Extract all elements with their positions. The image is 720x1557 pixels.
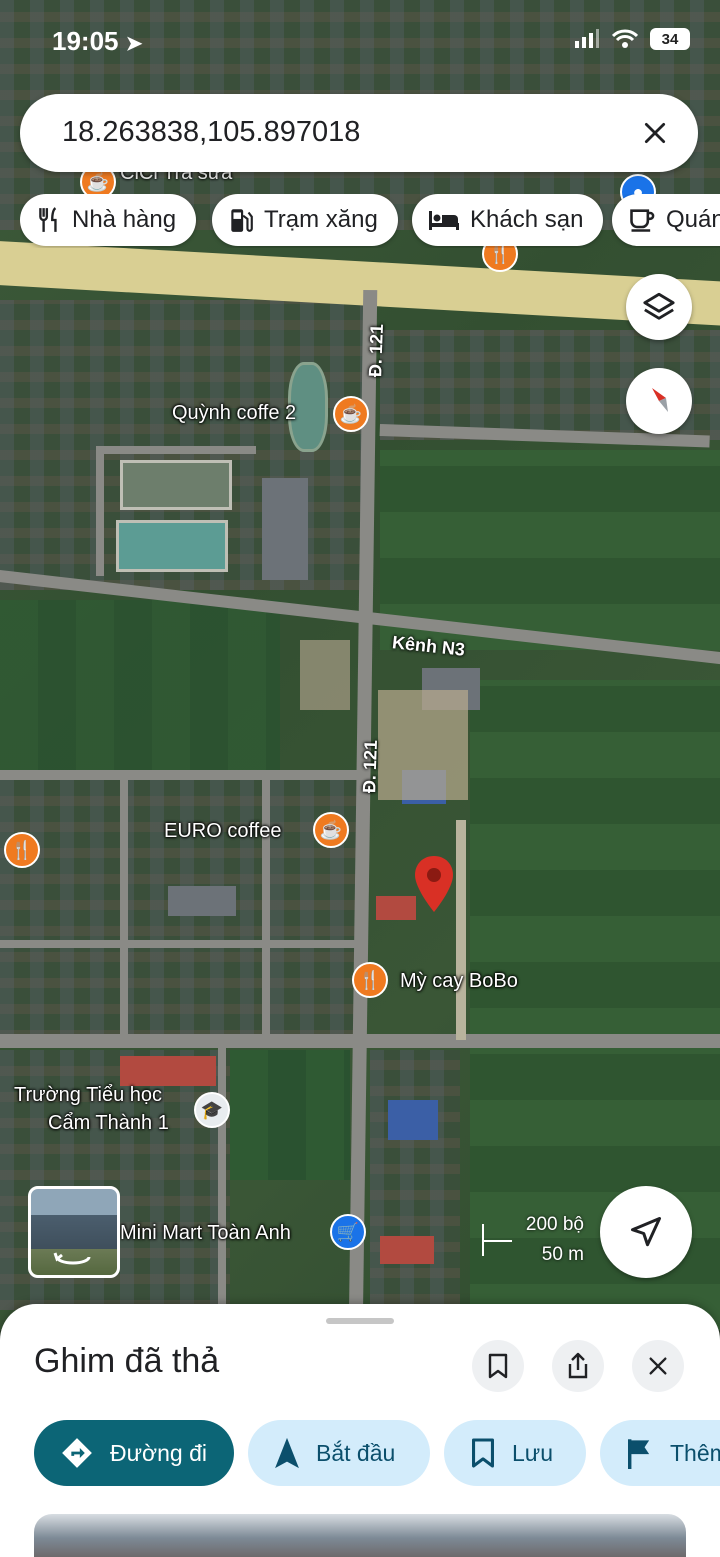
restaurant-poi-icon[interactable]: 🍴 bbox=[352, 962, 388, 998]
bookmark-icon bbox=[472, 1438, 494, 1468]
compass-button[interactable] bbox=[626, 368, 692, 434]
road-label-121-top: Đ. 121 bbox=[365, 323, 387, 378]
poi-label-mini-mart[interactable]: Mini Mart Toàn Anh bbox=[120, 1222, 291, 1245]
flag-icon bbox=[628, 1439, 650, 1469]
wifi-icon bbox=[612, 29, 638, 48]
cafe-poi-icon[interactable]: ☕ bbox=[313, 812, 349, 848]
street-view-thumbnail[interactable] bbox=[28, 1186, 120, 1278]
place-bottom-sheet[interactable]: Ghim đã thả Đường đi Bắt đầu Lưu Thêm bbox=[0, 1304, 720, 1557]
shopping-cart-poi-icon[interactable]: 🛒 bbox=[330, 1214, 366, 1250]
dropped-pin-icon[interactable] bbox=[412, 854, 456, 916]
chip-gas-stations[interactable]: Trạm xăng bbox=[212, 194, 398, 246]
save-button[interactable] bbox=[472, 1340, 524, 1392]
status-icons: 34 bbox=[574, 28, 690, 50]
action-label: Bắt đầu bbox=[316, 1439, 396, 1466]
poi-label-my-cay[interactable]: Mỳ cay BoBo bbox=[400, 970, 518, 993]
place-photo[interactable] bbox=[34, 1514, 686, 1557]
road-label-121-mid: Đ. 121 bbox=[359, 739, 381, 794]
gas-station-icon bbox=[231, 209, 253, 232]
action-label: Thêm bbox=[670, 1439, 720, 1466]
close-sheet-button[interactable] bbox=[632, 1340, 684, 1392]
navigation-arrow-icon bbox=[275, 1437, 299, 1469]
poi-label-euro-coffee[interactable]: EURO coffee bbox=[164, 820, 281, 843]
status-bar: 19:05 ➤ 34 bbox=[0, 16, 720, 66]
location-arrow-icon: ➤ bbox=[125, 33, 143, 55]
school-poi-icon[interactable]: 🎓 bbox=[194, 1092, 230, 1128]
place-title: Ghim đã thả bbox=[34, 1342, 220, 1380]
bookmark-icon bbox=[488, 1353, 508, 1379]
directions-button[interactable]: Đường đi bbox=[34, 1420, 234, 1486]
chip-label: Khách sạn bbox=[470, 206, 584, 233]
poi-label-school-line2[interactable]: Cẩm Thành 1 bbox=[48, 1112, 169, 1135]
scale-meters: 50 m bbox=[541, 1244, 584, 1265]
directions-icon bbox=[62, 1438, 92, 1468]
rotate-360-icon bbox=[53, 1252, 91, 1265]
chip-hotels[interactable]: Khách sạn bbox=[412, 194, 604, 246]
battery-indicator: 34 bbox=[650, 28, 690, 50]
share-icon bbox=[568, 1352, 588, 1379]
layers-icon bbox=[643, 292, 675, 320]
my-location-button[interactable] bbox=[600, 1186, 692, 1278]
chip-label: Trạm xăng bbox=[264, 206, 378, 233]
search-bar[interactable]: 18.263838,105.897018 bbox=[20, 94, 698, 172]
start-button[interactable]: Bắt đầu bbox=[248, 1420, 430, 1486]
restaurant-poi-icon[interactable]: 🍴 bbox=[4, 832, 40, 868]
chip-restaurants[interactable]: Nhà hàng bbox=[20, 194, 197, 246]
action-label: Đường đi bbox=[110, 1439, 207, 1466]
compass-icon bbox=[652, 388, 668, 412]
cafe-poi-icon[interactable]: ☕ bbox=[333, 396, 369, 432]
scale-feet: 200 bộ bbox=[525, 1214, 584, 1235]
fork-knife-icon bbox=[39, 207, 57, 232]
scale-bar: 200 bộ 50 m bbox=[482, 1214, 588, 1272]
chip-label: Quán bbox=[666, 206, 720, 233]
action-buttons: Đường đi Bắt đầu Lưu Thêm bbox=[34, 1420, 720, 1486]
share-button[interactable] bbox=[552, 1340, 604, 1392]
save-action-button[interactable]: Lưu bbox=[444, 1420, 586, 1486]
signal-icon bbox=[575, 29, 599, 48]
clear-search-button[interactable] bbox=[634, 112, 676, 154]
poi-label-quynh-coffe[interactable]: Quỳnh coffe 2 bbox=[172, 402, 296, 425]
status-time: 19:05 ➤ bbox=[52, 26, 143, 56]
chip-label: Nhà hàng bbox=[72, 206, 177, 233]
bed-icon bbox=[429, 211, 459, 230]
layers-button[interactable] bbox=[626, 274, 692, 340]
close-icon bbox=[649, 1357, 667, 1375]
poi-label-school-line1[interactable]: Trường Tiểu học bbox=[14, 1084, 162, 1107]
drag-handle[interactable] bbox=[326, 1318, 394, 1324]
close-icon bbox=[644, 122, 666, 144]
chip-cafes[interactable]: Quán bbox=[612, 194, 720, 246]
navigation-arrow-icon bbox=[631, 1217, 661, 1247]
search-query-text[interactable]: 18.263838,105.897018 bbox=[62, 116, 360, 149]
category-chips: Nhà hàng Trạm xăng Khách sạn Quán bbox=[20, 194, 720, 248]
more-action-button[interactable]: Thêm bbox=[600, 1420, 720, 1486]
action-label: Lưu bbox=[512, 1439, 553, 1466]
coffee-icon bbox=[630, 209, 655, 232]
